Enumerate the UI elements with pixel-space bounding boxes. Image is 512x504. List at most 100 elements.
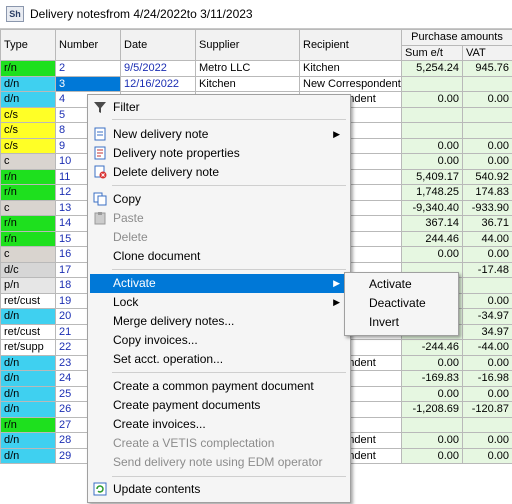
menu-item-update-contents[interactable]: Update contents [90,480,348,499]
menu-item-set-acct[interactable]: Set acct. operation... [90,350,348,369]
cell-vat[interactable]: -34.97 [462,308,512,325]
cell-type[interactable]: ret/cust [0,323,56,340]
cell-vat[interactable] [462,106,512,123]
cell-vat[interactable]: 44.00 [462,230,512,247]
cell-type[interactable]: r/n [0,184,56,201]
cell-type[interactable]: c/s [0,106,56,123]
cell-sum[interactable]: -244.46 [401,339,463,356]
cell-type[interactable]: ret/supp [0,339,56,356]
menu-item-vetis[interactable]: Create a VETIS complectation [90,434,348,453]
submenu-item-activate[interactable]: Activate [369,275,412,293]
cell-type[interactable]: p/n [0,277,56,294]
cell-number[interactable]: 2 [55,60,121,77]
col-recipient[interactable]: Recipient [299,29,402,61]
menu-item-paste[interactable]: Paste [90,209,348,228]
col-supplier[interactable]: Supplier [195,29,300,61]
cell-type[interactable]: d/n [0,401,56,418]
cell-type[interactable]: d/n [0,75,56,92]
cell-vat[interactable]: -17.48 [462,261,512,278]
menu-item-activate[interactable]: Activate ▶ [90,274,348,293]
cell-vat[interactable]: 36.71 [462,215,512,232]
col-type[interactable]: Type [0,29,56,61]
cell-sum[interactable]: 367.14 [401,215,463,232]
menu-item-edm[interactable]: Send delivery note using EDM operator [90,453,348,472]
cell-type[interactable]: ret/cust [0,292,56,309]
submenu-item-invert[interactable]: Invert [369,313,399,331]
cell-vat[interactable] [462,277,512,294]
cell-vat[interactable]: 0.00 [462,354,512,371]
cell-vat[interactable]: 0.00 [462,137,512,154]
cell-type[interactable]: d/n [0,385,56,402]
cell-vat[interactable]: 945.76 [462,60,512,77]
menu-item-delete-delivery-note[interactable]: Delete delivery note [90,163,348,182]
cell-vat[interactable]: -16.98 [462,370,512,387]
menu-item-lock[interactable]: Lock ▶ [90,293,348,312]
cell-sum[interactable] [401,416,463,433]
cell-vat[interactable]: 174.83 [462,184,512,201]
cell-sum[interactable]: 244.46 [401,230,463,247]
col-vat[interactable]: VAT [462,44,512,61]
menu-item-create-invoices[interactable]: Create invoices... [90,415,348,434]
menu-item-filter[interactable]: Filter [90,98,348,117]
cell-vat[interactable] [462,75,512,92]
cell-sum[interactable] [401,75,463,92]
table-row[interactable]: d/n 3 12/16/2022 Kitchen New Correspondent [0,75,512,92]
cell-sum[interactable]: 5,409.17 [401,168,463,185]
cell-vat[interactable] [462,122,512,139]
cell-sum[interactable]: 0.00 [401,153,463,170]
col-number[interactable]: Number [55,29,121,61]
cell-sum[interactable]: 0.00 [401,91,463,108]
cell-type[interactable]: c/s [0,137,56,154]
menu-item-properties[interactable]: Delivery note properties [90,144,348,163]
menu-item-payment-documents[interactable]: Create payment documents [90,396,348,415]
menu-item-delete[interactable]: Delete [90,228,348,247]
cell-type[interactable]: d/c [0,261,56,278]
cell-sum[interactable]: 0.00 [401,354,463,371]
cell-sum[interactable]: -1,208.69 [401,401,463,418]
col-sum[interactable]: Sum e/t [401,44,463,61]
cell-type[interactable]: d/n [0,447,56,464]
cell-vat[interactable]: 0.00 [462,292,512,309]
cell-sum[interactable]: 0.00 [401,447,463,464]
menu-item-common-payment[interactable]: Create a common payment document [90,377,348,396]
cell-type[interactable]: c [0,246,56,263]
cell-sum[interactable]: -9,340.40 [401,199,463,216]
cell-sum[interactable]: 0.00 [401,246,463,263]
cell-type[interactable]: r/n [0,215,56,232]
cell-type[interactable]: d/n [0,370,56,387]
menu-item-copy-invoices[interactable]: Copy invoices... [90,331,348,350]
table-row[interactable]: r/n 2 9/5/2022 Metro LLC Kitchen 5,254.24 945.… [0,60,512,77]
cell-type[interactable]: d/n [0,91,56,108]
cell-type[interactable]: c/s [0,122,56,139]
cell-date[interactable]: 9/5/2022 [120,60,196,77]
menu-item-clone[interactable]: Clone document [90,247,348,266]
cell-vat[interactable]: 34.97 [462,323,512,340]
cell-vat[interactable]: 0.00 [462,385,512,402]
cell-type[interactable]: d/n [0,432,56,449]
cell-type[interactable]: r/n [0,230,56,247]
cell-vat[interactable]: -120.87 [462,401,512,418]
cell-recipient[interactable]: Kitchen [299,60,402,77]
cell-sum[interactable]: 0.00 [401,385,463,402]
cell-supplier[interactable]: Kitchen [195,75,300,92]
cell-type[interactable]: c [0,199,56,216]
cell-sum[interactable]: -169.83 [401,370,463,387]
cell-vat[interactable]: -44.00 [462,339,512,356]
cell-vat[interactable]: 540.92 [462,168,512,185]
cell-supplier[interactable]: Metro LLC [195,60,300,77]
submenu-item-deactivate[interactable]: Deactivate [369,294,426,312]
cell-type[interactable]: d/n [0,354,56,371]
cell-type[interactable]: c [0,153,56,170]
cell-vat[interactable] [462,416,512,433]
cell-date[interactable]: 12/16/2022 [120,75,196,92]
cell-type[interactable]: r/n [0,168,56,185]
cell-vat[interactable]: -933.90 [462,199,512,216]
cell-sum[interactable]: 5,254.24 [401,60,463,77]
cell-type[interactable]: r/n [0,60,56,77]
menu-item-merge[interactable]: Merge delivery notes... [90,312,348,331]
cell-type[interactable]: d/n [0,308,56,325]
cell-vat[interactable]: 0.00 [462,246,512,263]
cell-vat[interactable]: 0.00 [462,432,512,449]
cell-sum[interactable]: 1,748.25 [401,184,463,201]
cell-recipient[interactable]: New Correspondent [299,75,402,92]
